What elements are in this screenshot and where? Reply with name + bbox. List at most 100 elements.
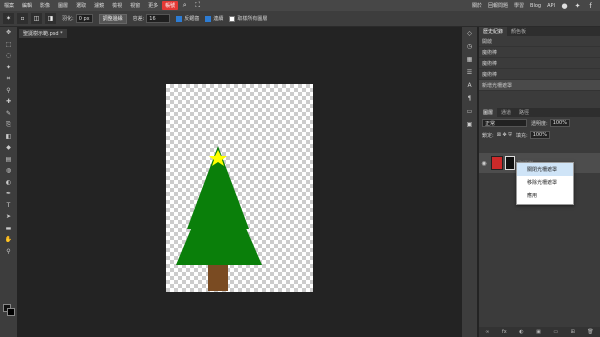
fill-input[interactable]: 100%: [529, 131, 550, 139]
reddit-icon[interactable]: ●: [560, 1, 569, 10]
twitter-icon[interactable]: ✦: [573, 1, 582, 10]
history-list: 開啟 魔術棒 魔術棒 魔術棒 新增光柵遮罩: [479, 36, 600, 108]
effects-icon[interactable]: fx: [502, 329, 507, 335]
shape-tool-icon[interactable]: ▬: [0, 223, 17, 235]
menu-more[interactable]: 更多: [144, 2, 162, 9]
contiguous-checkbox[interactable]: [205, 15, 212, 22]
history-item[interactable]: 新增光柵遮罩: [479, 80, 600, 91]
dodge-tool-icon[interactable]: ◐: [0, 177, 17, 189]
history-item[interactable]: 魔術棒: [479, 58, 600, 69]
css-icon[interactable]: ▭: [462, 105, 477, 118]
pen-tool-icon[interactable]: ✒: [0, 188, 17, 200]
history-item[interactable]: 魔術棒: [479, 69, 600, 80]
menu-api[interactable]: API: [544, 3, 558, 9]
menu-edit[interactable]: 編輯: [18, 2, 36, 9]
layer-thumbnail[interactable]: [491, 156, 503, 170]
background-color-swatch[interactable]: [7, 308, 15, 316]
tab-swatches[interactable]: 顏色板: [507, 27, 530, 36]
move-tool-icon[interactable]: ✥: [0, 27, 17, 39]
collapse-icon[interactable]: ◇: [462, 27, 477, 40]
clone-tool-icon[interactable]: ⎘: [0, 119, 17, 131]
sample-all-checkbox[interactable]: [229, 15, 236, 22]
menu-bar: 檔案 編輯 影像 圖層 選取 濾鏡 檢視 視窗 更多 帳號 ⌕ ⛶ 關於 回報問…: [0, 0, 600, 11]
tab-paths[interactable]: 路徑: [515, 108, 533, 117]
menu-select[interactable]: 選取: [72, 2, 90, 9]
document-canvas[interactable]: [166, 84, 313, 292]
crop-tool-icon[interactable]: ⌗: [0, 73, 17, 85]
paragraph-icon[interactable]: ¶: [462, 92, 477, 105]
eraser-tool-icon[interactable]: ◧: [0, 131, 17, 143]
menu-about[interactable]: 關於: [469, 2, 485, 9]
menu-view[interactable]: 檢視: [108, 2, 126, 9]
healing-tool-icon[interactable]: ✚: [0, 96, 17, 108]
remove-mask-item[interactable]: 移除光柵遮罩: [517, 176, 573, 189]
new-layer-icon[interactable]: ⊞: [571, 329, 575, 335]
tolerance-input[interactable]: 16: [146, 14, 171, 23]
hand-tool-icon[interactable]: ✋: [0, 234, 17, 246]
fill-label: 填充:: [516, 132, 528, 139]
antialias-label: 反鋸齒: [184, 16, 200, 22]
magic-wand-tool-icon[interactable]: ✶: [3, 13, 14, 24]
menu-file[interactable]: 檔案: [0, 2, 18, 9]
tab-layers[interactable]: 圖層: [479, 108, 498, 117]
disable-mask-item[interactable]: 關閉光柵遮罩: [517, 163, 573, 176]
refine-edge-button[interactable]: 調整邊緣: [98, 13, 127, 24]
menu-learn[interactable]: 學習: [511, 2, 527, 9]
selection-new-icon[interactable]: ▫: [17, 13, 28, 24]
opacity-input[interactable]: 100%: [549, 119, 570, 127]
history-item[interactable]: 開啟: [479, 36, 600, 47]
brush-tool-icon[interactable]: ✎: [0, 108, 17, 120]
menu-account[interactable]: 帳號: [162, 1, 179, 10]
image-info-icon[interactable]: ▣: [462, 118, 477, 131]
menu-right: 關於 回報問題 學習 Blog API ● ✦ f: [469, 1, 600, 10]
menu-image[interactable]: 影像: [36, 2, 54, 9]
workspace: 聖誕樹示範.psd *: [17, 27, 462, 337]
link-icon[interactable]: ∞: [485, 329, 489, 335]
feather-input[interactable]: 0 px: [75, 14, 93, 23]
menu-blog[interactable]: Blog: [527, 3, 544, 9]
type-tool-icon[interactable]: T: [0, 200, 17, 212]
fullscreen-icon[interactable]: ⛶: [193, 1, 202, 10]
layer-mask-thumbnail[interactable]: [505, 156, 515, 170]
eye-icon[interactable]: ◉: [479, 160, 489, 167]
menu-filter[interactable]: 濾鏡: [90, 2, 108, 9]
selection-subtract-icon[interactable]: ◨: [45, 13, 56, 24]
search-icon[interactable]: ⌕: [180, 1, 189, 10]
tab-history[interactable]: 歷史紀錄: [479, 27, 508, 36]
lasso-tool-icon[interactable]: ◌: [0, 50, 17, 62]
path-select-tool-icon[interactable]: ➤: [0, 211, 17, 223]
tab-channels[interactable]: 通道: [497, 108, 515, 117]
document-tab[interactable]: 聖誕樹示範.psd *: [19, 29, 67, 38]
zoom-tool-icon[interactable]: ⚲: [0, 246, 17, 258]
bucket-tool-icon[interactable]: ◆: [0, 142, 17, 154]
magic-wand-icon[interactable]: ✦: [0, 62, 17, 74]
folder-icon[interactable]: ▭: [553, 329, 558, 335]
antialias-checkbox[interactable]: [176, 15, 183, 22]
menu-window[interactable]: 視窗: [126, 2, 144, 9]
contiguous-label: 連續: [213, 16, 224, 22]
blend-mode-select[interactable]: 正常: [482, 119, 527, 127]
menu-layer[interactable]: 圖層: [54, 2, 72, 9]
mask-icon[interactable]: ▣: [536, 329, 541, 335]
gradient-tool-icon[interactable]: ▤: [0, 154, 17, 166]
adjustment-icon[interactable]: ◐: [519, 329, 523, 335]
marquee-tool-icon[interactable]: ⬚: [0, 39, 17, 51]
blur-tool-icon[interactable]: ◍: [0, 165, 17, 177]
menu-report[interactable]: 回報問題: [485, 2, 511, 9]
history-item[interactable]: 魔術棒: [479, 47, 600, 58]
character-icon[interactable]: A: [462, 79, 477, 92]
apply-mask-item[interactable]: 應用: [517, 189, 573, 202]
selection-add-icon[interactable]: ◫: [31, 13, 42, 24]
layers-panel-footer: ∞ fx ◐ ▣ ▭ ⊞ 🗑: [479, 327, 600, 337]
context-menu: 關閉光柵遮罩 移除光柵遮罩 應用: [516, 162, 574, 205]
tree-top-tier: [197, 162, 239, 202]
swatches-panel-icon[interactable]: ▦: [462, 53, 477, 66]
trash-icon[interactable]: 🗑: [587, 329, 593, 335]
lock-icon[interactable]: ⊠ ✥ ⛨: [497, 132, 512, 138]
lock-label: 鎖定:: [482, 132, 494, 139]
eyedropper-tool-icon[interactable]: ⚲: [0, 85, 17, 97]
adjust-icon[interactable]: ☰: [462, 66, 477, 79]
facebook-icon[interactable]: f: [586, 1, 595, 10]
blend-row: 正常 透明度: 100%: [479, 117, 600, 129]
history-panel-icon[interactable]: ◷: [462, 40, 477, 53]
